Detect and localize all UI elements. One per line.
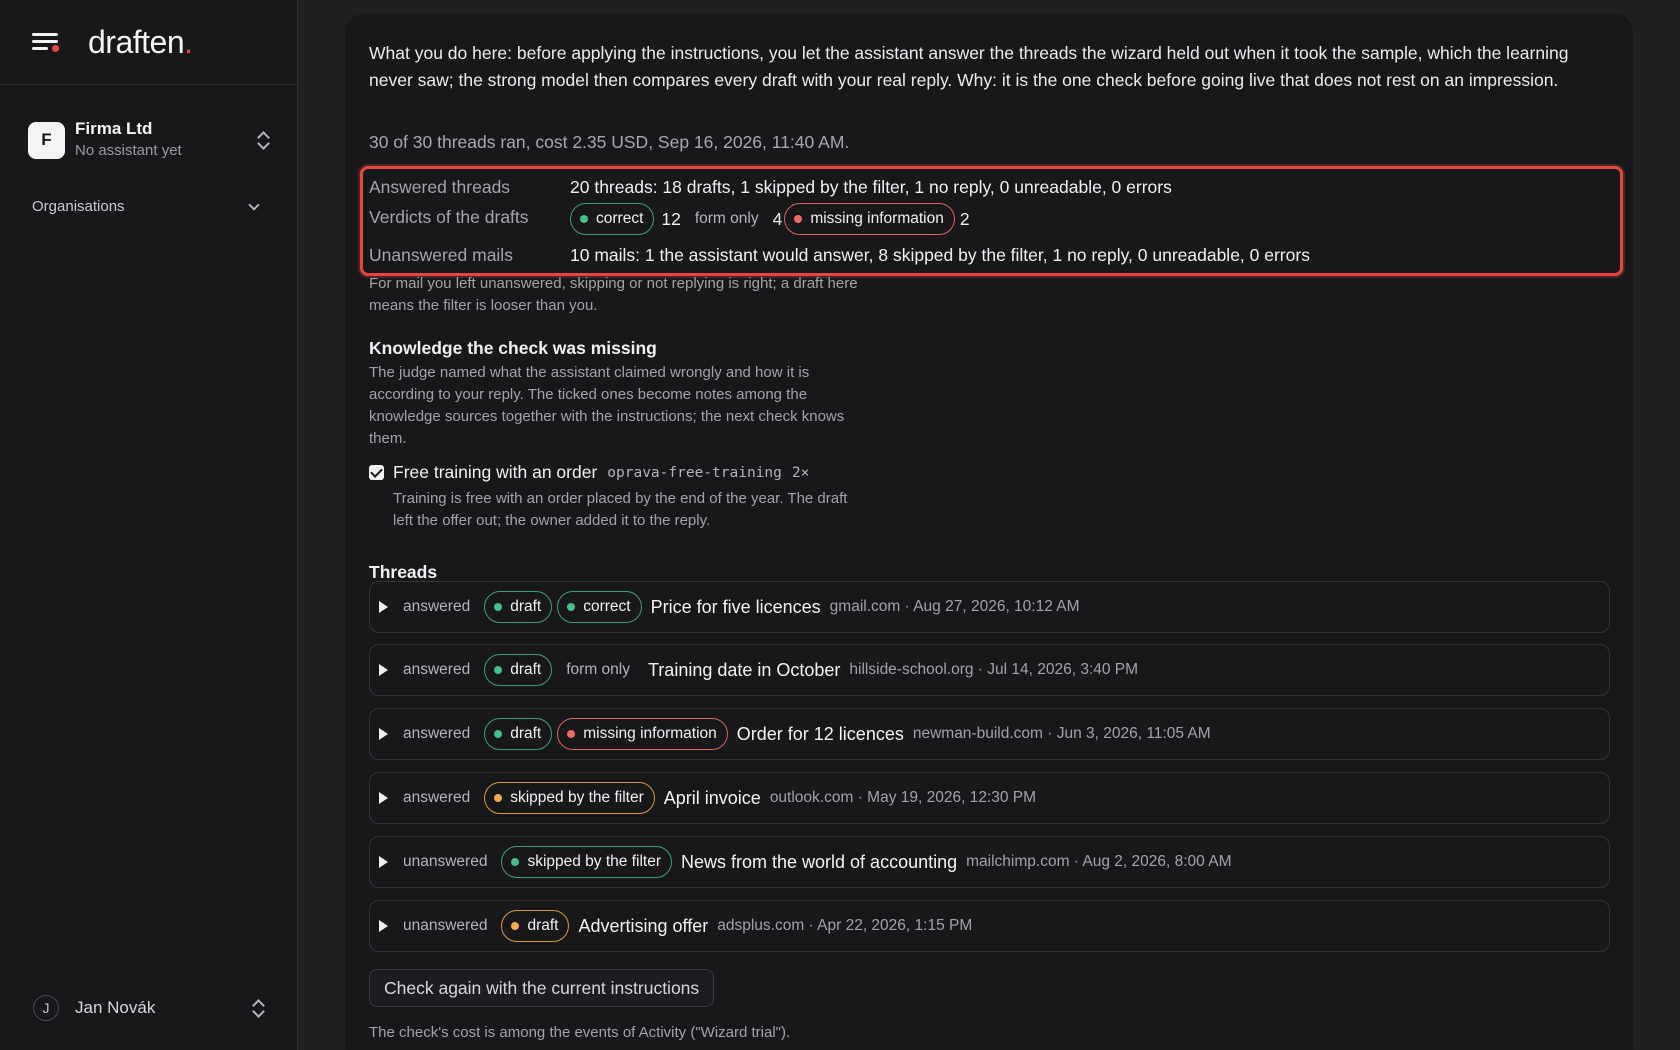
thread-status: unanswered xyxy=(403,853,488,870)
thread-tag-draft: draft xyxy=(501,910,570,942)
expand-triangle-icon[interactable] xyxy=(379,792,388,804)
verdict-correct-count: 12 xyxy=(661,208,681,229)
thread-tag-draft: draft xyxy=(484,591,553,623)
thread-status: answered xyxy=(403,661,471,678)
user-avatar: J xyxy=(33,995,59,1021)
note-times: 2× xyxy=(791,464,810,481)
status-dot-icon xyxy=(511,858,520,866)
note-title: Free training with an order xyxy=(393,462,598,482)
verdict-correct-pill[interactable]: correct xyxy=(570,203,655,235)
knowledge-note: Free training with an order oprava-free-… xyxy=(369,462,809,483)
note-description: Training is free with an order placed by… xyxy=(393,490,848,529)
note-slug: oprava-free-training xyxy=(607,464,782,481)
thread-tag-filter: skipped by the filter xyxy=(501,846,672,878)
thread-meta: outlook.com · May 19, 2026, 12:30 PM xyxy=(769,789,1037,806)
thread-tag-verdict: form only xyxy=(566,661,630,678)
chevron-updown-icon xyxy=(251,998,265,1018)
status-dot-icon xyxy=(580,215,588,223)
status-dot-icon xyxy=(567,730,576,738)
thread-subject: Advertising offer xyxy=(578,915,709,936)
status-dot-icon xyxy=(494,666,503,674)
verdict-form-only-label[interactable]: form only xyxy=(695,210,759,228)
thread-subject: Price for five licences xyxy=(650,596,821,617)
thread-meta: newman-build.com · Jun 3, 2026, 11:05 AM xyxy=(912,725,1211,742)
unanswered-mails-value: 10 mails: 1 the assistant would answer, … xyxy=(570,245,1310,265)
organisations-label: Organisations xyxy=(32,198,125,215)
expand-triangle-icon[interactable] xyxy=(379,664,388,676)
thread-tag-draft: draft xyxy=(484,718,553,750)
expand-triangle-icon[interactable] xyxy=(379,920,388,932)
main-panel: What you do here: before applying the in… xyxy=(345,14,1633,1050)
org-name: Firma Ltd xyxy=(75,119,153,138)
unanswered-mails-label: Unanswered mails xyxy=(369,245,513,265)
answered-threads-label: Answered threads xyxy=(369,177,511,197)
menu-icon[interactable] xyxy=(32,30,60,54)
thread-status: answered xyxy=(403,725,471,742)
organisations-toggle[interactable]: Organisations xyxy=(32,198,264,215)
thread-meta: hillside-school.org · Jul 14, 2026, 3:40… xyxy=(849,661,1139,678)
org-subtitle: No assistant yet xyxy=(75,142,182,159)
expand-triangle-icon[interactable] xyxy=(379,856,388,868)
thread-tag-draft: draft xyxy=(484,654,553,686)
chevron-updown-icon xyxy=(256,130,270,150)
verdict-missing-pill[interactable]: missing information xyxy=(784,203,955,235)
answered-threads-row: Answered threads 20 threads: 18 drafts, … xyxy=(369,177,1172,198)
thread-row[interactable]: answered skipped by the filter April inv… xyxy=(369,772,1610,824)
summary-box: Answered threads 20 threads: 18 drafts, … xyxy=(360,166,1623,276)
logo[interactable]: draften. xyxy=(88,24,193,61)
thread-tag-filter: skipped by the filter xyxy=(484,782,655,814)
sidebar: draften. F Firma Ltd No assistant yet Or… xyxy=(0,0,298,1050)
run-info: 30 of 30 threads ran, cost 2.35 USD, Sep… xyxy=(369,132,850,152)
thread-row[interactable]: unanswered draft Advertising offer adspl… xyxy=(369,900,1610,952)
thread-row[interactable]: answered draft missing information Order… xyxy=(369,708,1610,760)
thread-status: unanswered xyxy=(403,917,488,934)
thread-status: answered xyxy=(403,789,471,806)
brand-bar: draften. xyxy=(0,0,297,85)
status-dot-icon xyxy=(794,215,803,223)
status-dot-icon xyxy=(567,603,576,611)
user-name: Jan Novák xyxy=(75,998,156,1017)
verdict-missing-count: 2 xyxy=(959,208,970,229)
org-avatar: F xyxy=(28,121,65,159)
status-dot-icon xyxy=(494,730,503,738)
status-dot-icon xyxy=(494,794,503,802)
answered-threads-value: 20 threads: 18 drafts, 1 skipped by the … xyxy=(570,177,1172,197)
status-dot-icon xyxy=(511,922,520,930)
thread-subject: News from the world of accounting xyxy=(681,851,958,872)
threads-title: Threads xyxy=(369,562,438,582)
user-menu[interactable]: J Jan Novák xyxy=(33,995,265,1021)
knowledge-description: The judge named what the assistant claim… xyxy=(369,364,845,447)
thread-subject: Order for 12 licences xyxy=(736,723,904,744)
filter-hint: For mail you left unanswered, skipping o… xyxy=(369,275,858,314)
status-dot-icon xyxy=(494,603,503,611)
unanswered-mails-row: Unanswered mails 10 mails: 1 the assista… xyxy=(369,245,1310,266)
thread-meta: adsplus.com · Apr 22, 2026, 1:15 PM xyxy=(717,917,973,934)
thread-meta: mailchimp.com · Aug 2, 2026, 8:00 AM xyxy=(966,853,1232,870)
knowledge-title: Knowledge the check was missing xyxy=(369,338,657,358)
chevron-down-icon xyxy=(248,198,260,211)
thread-meta: gmail.com · Aug 27, 2026, 10:12 AM xyxy=(829,598,1080,615)
organisation-switcher[interactable]: F Firma Ltd No assistant yet xyxy=(28,115,270,165)
thread-subject: April invoice xyxy=(663,787,761,808)
thread-tag-verdict: missing information xyxy=(557,718,728,750)
verdict-form-only-count: 4 xyxy=(772,208,783,229)
expand-triangle-icon[interactable] xyxy=(379,728,388,740)
thread-status: answered xyxy=(403,598,471,615)
verdicts-value: correct 12 form only 4 missing informati… xyxy=(570,203,984,235)
note-checkbox[interactable] xyxy=(369,465,384,480)
thread-subject: Training date in October xyxy=(647,659,841,680)
thread-row[interactable]: answered draft correct Price for five li… xyxy=(369,581,1610,633)
intro-text: What you do here: before applying the in… xyxy=(369,43,1569,90)
cost-footnote: The check's cost is among the events of … xyxy=(369,1024,791,1041)
check-again-button[interactable]: Check again with the current instruction… xyxy=(369,969,715,1007)
thread-tag-verdict: correct xyxy=(557,591,642,623)
expand-triangle-icon[interactable] xyxy=(379,601,388,613)
thread-row[interactable]: unanswered skipped by the filter News fr… xyxy=(369,836,1610,888)
thread-row[interactable]: answered draft form only Training date i… xyxy=(369,644,1610,696)
verdicts-label: Verdicts of the drafts xyxy=(369,206,529,227)
verdicts-row: Verdicts of the drafts correct 12 form o… xyxy=(369,203,984,235)
